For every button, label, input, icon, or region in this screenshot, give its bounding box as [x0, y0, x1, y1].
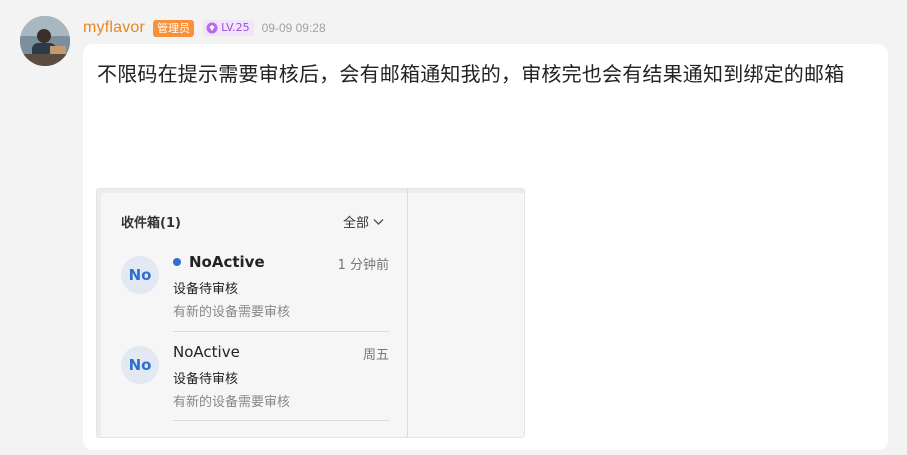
- level-text: LV.25: [221, 21, 250, 34]
- avatar[interactable]: [20, 16, 70, 66]
- sender-avatar: No: [121, 256, 159, 294]
- username[interactable]: myflavor: [83, 19, 145, 37]
- attached-screenshot[interactable]: 收件箱(1) 全部 No NoActive 1 分钟前 设备待审核 有新的设备需…: [96, 188, 525, 438]
- filter-dropdown[interactable]: 全部: [343, 212, 384, 231]
- pane-divider: [407, 189, 408, 437]
- screenshot-left-border: [97, 189, 101, 437]
- chevron-down-icon: [373, 218, 384, 225]
- role-badge: 管理员: [153, 19, 195, 37]
- mail-sender: NoActive: [173, 253, 265, 271]
- mail-sender-name: NoActive: [189, 253, 265, 271]
- sender-avatar: No: [121, 346, 159, 384]
- message-text: 不限码在提示需要审核后，会有邮箱通知我的，审核完也会有结果通知到绑定的邮箱: [97, 62, 845, 86]
- message-bubble: 不限码在提示需要审核后，会有邮箱通知我的，审核完也会有结果通知到绑定的邮箱 收件…: [83, 44, 888, 450]
- screenshot-top-border: [97, 189, 524, 193]
- gem-icon: [206, 22, 218, 34]
- mail-sender: NoActive: [173, 343, 240, 361]
- mail-separator: [173, 331, 389, 332]
- post-timestamp: 09-09 09:28: [261, 21, 326, 35]
- mail-time: 周五: [362, 348, 389, 363]
- inbox-title: 收件箱(1): [121, 216, 181, 231]
- mail-separator: [173, 420, 389, 421]
- level-badge: LV.25: [203, 20, 254, 36]
- unread-dot-icon: [173, 258, 181, 266]
- mail-subject: 设备待审核: [173, 372, 239, 387]
- mail-preview: 有新的设备需要审核: [173, 395, 291, 410]
- filter-label: 全部: [343, 216, 370, 231]
- mail-preview: 有新的设备需要审核: [173, 305, 291, 320]
- mail-subject: 设备待审核: [173, 282, 239, 297]
- post-header: myflavor 管理员 LV.25 09-09 09:28: [83, 17, 326, 39]
- mail-item[interactable]: No NoActive 周五 设备待审核 有新的设备需要审核: [119, 334, 389, 424]
- mail-time: 1 分钟前: [337, 258, 389, 273]
- mail-sender-name: NoActive: [173, 343, 240, 361]
- mail-item[interactable]: No NoActive 1 分钟前 设备待审核 有新的设备需要审核: [119, 244, 389, 334]
